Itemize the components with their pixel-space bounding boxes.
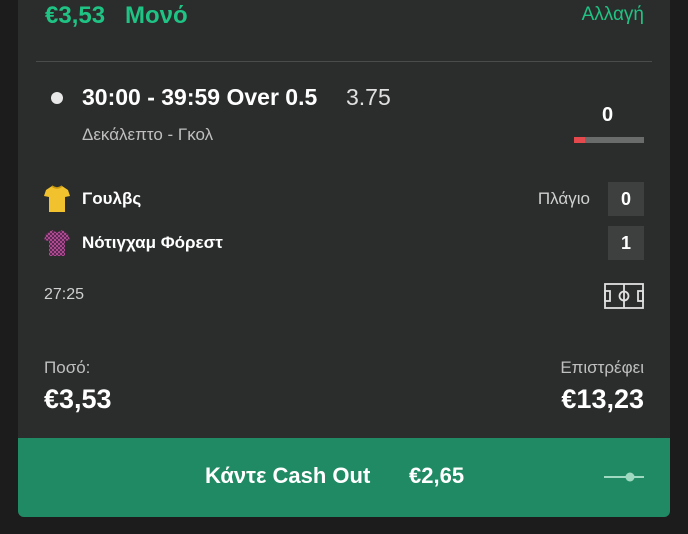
bet-card: €3,53 Μονό Αλλαγή 30:00 - 39:59 Over 0.5… [18, 0, 670, 517]
cash-out-amount: €2,65 [409, 463, 465, 488]
jersey-checkered-icon [44, 230, 70, 256]
selection-bullet-icon [51, 92, 63, 104]
selection-market: Δεκάλεπτο - Γκολ [82, 125, 214, 144]
selection-odds: 3.75 [346, 84, 391, 110]
returns-label: Επιστρέφει [560, 358, 644, 377]
cash-out-label: Κάντε Cash Out [205, 463, 371, 488]
pitch-icon[interactable] [604, 283, 644, 309]
goal-progress-fill [574, 137, 585, 143]
goal-progress-bar [574, 137, 644, 143]
stake-value: €3,53 [44, 384, 112, 414]
home-score: 0 [608, 182, 644, 216]
divider [36, 61, 652, 62]
slider-icon[interactable] [604, 468, 644, 486]
away-team-name: Νότιγχαμ Φόρεστ [82, 233, 223, 252]
selection-title: 30:00 - 39:59 Over 0.5 [82, 84, 318, 110]
match-time: 27:25 [44, 286, 85, 303]
corner-label: Πλάγιο [537, 189, 590, 208]
returns-value: €13,23 [561, 384, 644, 414]
stake-label: Ποσό: [44, 358, 91, 377]
bet-type: Μονό [125, 2, 188, 29]
home-team-name: Γουλβς [82, 189, 142, 208]
goal-count: 0 [602, 104, 614, 126]
change-link[interactable]: Αλλαγή [582, 4, 644, 26]
jersey-yellow-icon [44, 185, 70, 212]
header-stake: €3,53 [45, 2, 106, 29]
away-score: 1 [608, 226, 644, 260]
cash-out-button[interactable]: Κάντε Cash Out €2,65 [18, 438, 670, 517]
